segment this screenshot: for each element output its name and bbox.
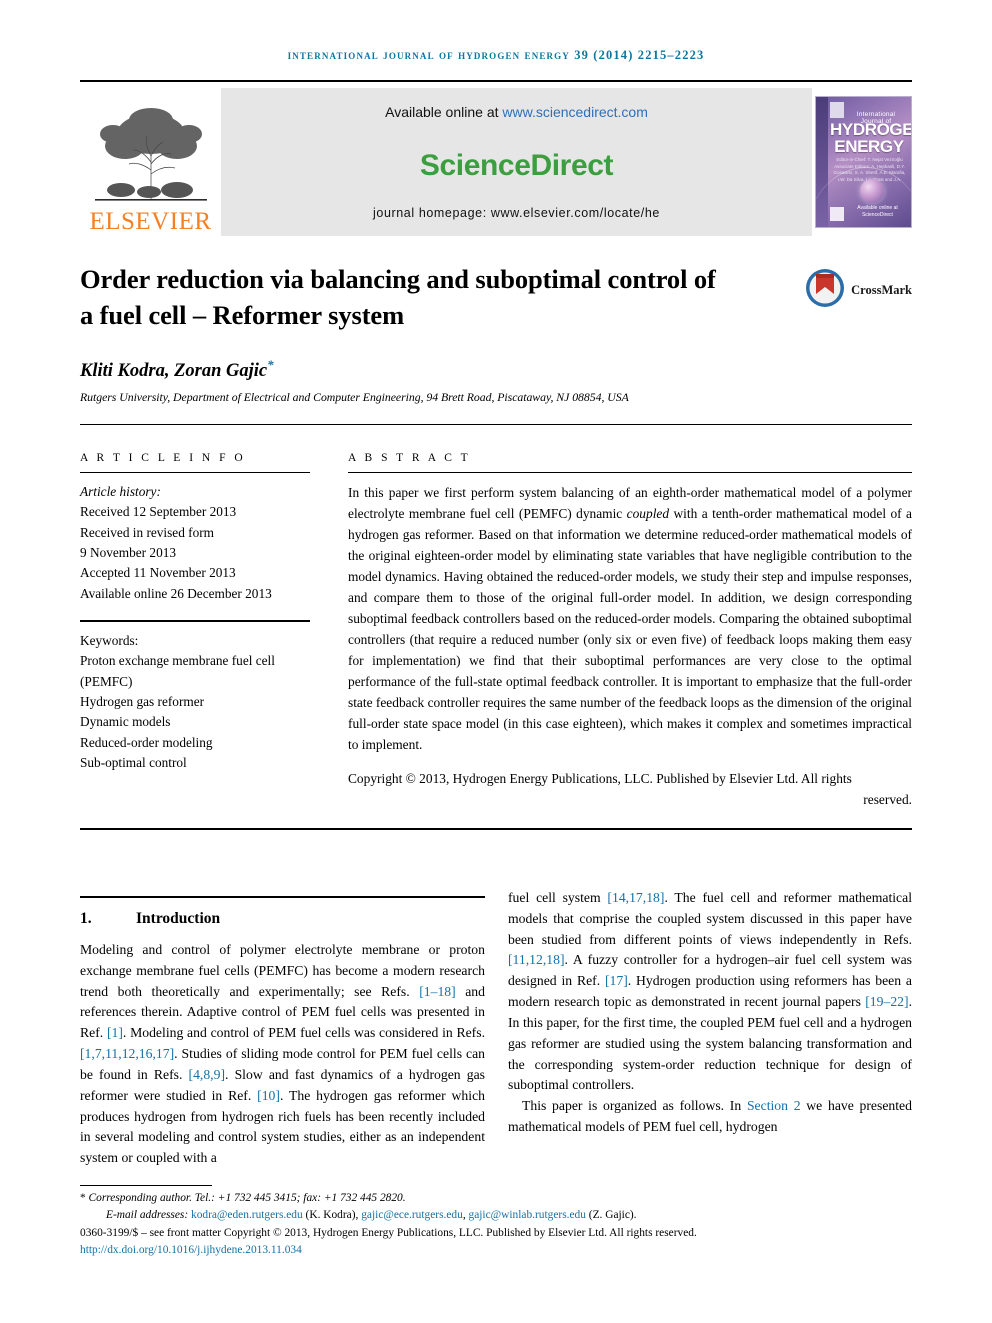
email-link-gajic-ece[interactable]: gajic@ece.rutgers.edu <box>361 1209 463 1221</box>
keyword-item: Dynamic models <box>80 714 171 730</box>
article-history-label: Article history: <box>80 484 161 499</box>
sciencedirect-wordmark: ScienceDirect <box>419 149 614 182</box>
email-addresses-line: E-mail addresses: kodra@eden.rutgers.edu… <box>80 1207 912 1224</box>
cover-sciencedirect-footer: Available online at ScienceDirect <box>857 205 898 218</box>
intro-r-text-a: fuel cell system <box>508 890 608 905</box>
title-block: Order reduction via balancing and subopt… <box>80 262 912 333</box>
abstract-text: In this paper we first perform system ba… <box>348 483 912 756</box>
abstract-copyright: Copyright © 2013, Hydrogen Energy Public… <box>348 769 912 811</box>
citation-ref-11-12-18[interactable]: [11,12,18] <box>508 952 565 967</box>
email-link-gajic-winlab[interactable]: gajic@winlab.rutgers.edu <box>469 1209 586 1221</box>
abstract-column: A B S T R A C T In this paper we first p… <box>348 452 912 824</box>
copyright-reserved: reserved. <box>863 791 912 807</box>
cover-ihe-badge-icon <box>830 207 844 221</box>
section-rule <box>80 896 485 898</box>
corresponding-author-marker: * <box>267 357 274 372</box>
history-item: 9 November 2013 <box>80 545 177 561</box>
citation-ref-10[interactable]: [10] <box>257 1088 280 1103</box>
running-head: International Journal of Hydrogen Energy… <box>287 48 705 62</box>
journal-cover-image: International Journal of HYDROGEN ENERGY… <box>815 96 912 228</box>
section-title: Introduction <box>136 910 221 927</box>
email1-owner: (K. Kodra), <box>302 1209 362 1222</box>
intro-paragraph-right-2: This paper is organized as follows. In S… <box>508 1096 912 1138</box>
email-link-kodra[interactable]: kodra@eden.rutgers.edu <box>191 1209 303 1221</box>
intro-paragraph-right-1: fuel cell system [14,17,18]. The fuel ce… <box>508 888 912 1096</box>
citation-ref-1-18[interactable]: [1–18] <box>419 984 456 999</box>
affiliation-rule <box>80 424 912 425</box>
link-section-2[interactable]: Section 2 <box>747 1098 801 1113</box>
organization-text-a: This paper is organized as follows. In <box>522 1098 747 1114</box>
crossmark-label: CrossMark <box>851 283 912 297</box>
footnote-rule <box>80 1185 212 1186</box>
copyright-text: Copyright © 2013, Hydrogen Energy Public… <box>348 770 852 786</box>
journal-homepage-line[interactable]: journal homepage: www.elsevier.com/locat… <box>373 206 660 220</box>
crossmark-icon <box>805 268 845 313</box>
keywords-label: Keywords: <box>80 633 139 649</box>
citation-ref-multi[interactable]: [1,7,11,12,16,17] <box>80 1046 174 1061</box>
abstract-bottom-rule <box>80 828 912 830</box>
body-column-right: fuel cell system [14,17,18]. The fuel ce… <box>508 888 912 1138</box>
available-online-line: Available online at www.sciencedirect.co… <box>385 104 648 120</box>
doi-line: http://dx.doi.org/10.1016/j.ijhydene.201… <box>80 1242 912 1259</box>
citation-ref-4-8-9[interactable]: [4,8,9] <box>189 1067 226 1082</box>
available-online-text: Available online at <box>385 104 503 120</box>
intro-text-c: . Modeling and control of PEM fuel cells… <box>122 1025 485 1041</box>
citation-ref-14-17-18[interactable]: [14,17,18] <box>607 890 664 905</box>
section-heading-introduction: 1. Introduction <box>80 910 485 928</box>
elsevier-tree-icon <box>91 104 211 208</box>
corresponding-author-text: Corresponding author. Tel.: +1 732 445 3… <box>85 1192 406 1204</box>
sciencedirect-url[interactable]: www.sciencedirect.com <box>502 104 648 120</box>
sciencedirect-banner: Available online at www.sciencedirect.co… <box>221 88 812 236</box>
history-item: Received 12 September 2013 <box>80 504 237 520</box>
issn-copyright-line: 0360-3199/$ – see front matter Copyright… <box>80 1226 697 1239</box>
email-label: E-mail addresses: <box>106 1209 191 1222</box>
article-info-rule <box>80 472 310 473</box>
article-info-heading: A R T I C L E I N F O <box>80 452 246 464</box>
abstract-heading: A B S T R A C T <box>348 452 471 464</box>
header-rule <box>80 80 912 82</box>
cover-title-line2: ENERGY <box>834 137 904 156</box>
keyword-item: Proton exchange membrane fuel cell <box>80 653 275 669</box>
citation-ref-19-22[interactable]: [19–22] <box>865 994 908 1009</box>
crossmark-badge[interactable]: CrossMark <box>805 268 912 313</box>
article-info-column: A R T I C L E I N F O Article history: R… <box>80 452 310 773</box>
affiliation: Rutgers University, Department of Electr… <box>80 390 629 404</box>
history-item: Accepted 11 November 2013 <box>80 565 236 581</box>
history-item: Available online 26 December 2013 <box>80 585 272 601</box>
keyword-item: Sub-optimal control <box>80 755 187 771</box>
abstract-rule <box>348 472 912 473</box>
elsevier-logo: ELSEVIER <box>80 88 221 236</box>
intro-paragraph-left: Modeling and control of polymer electrol… <box>80 940 485 1169</box>
keywords-rule <box>80 620 310 623</box>
history-item: Received in revised form <box>80 524 215 540</box>
corresponding-author-note: * Corresponding author. Tel.: +1 732 445… <box>80 1190 912 1207</box>
journal-masthead: ELSEVIER Available online at www.science… <box>80 88 912 236</box>
abstract-part2: with a tenth-order mathematical model of… <box>348 505 912 752</box>
author-list: Kliti Kodra, Zoran Gajic* <box>80 357 274 382</box>
page-title: Order reduction via balancing and subopt… <box>80 264 716 330</box>
article-history: Article history: Received 12 September 2… <box>80 482 310 604</box>
body-column-left: 1. Introduction Modeling and control of … <box>80 902 485 1169</box>
email3-owner: (Z. Gajic). <box>585 1209 637 1222</box>
keyword-item: (PEMFC) <box>80 673 133 689</box>
cover-publisher-mark-icon <box>830 102 844 118</box>
paper-page: International Journal of Hydrogen Energy… <box>0 0 992 1323</box>
citation-ref-1[interactable]: [1] <box>107 1025 123 1040</box>
cover-orb-graphic <box>860 179 884 203</box>
keywords-block: Keywords: Proton exchange membrane fuel … <box>80 631 310 773</box>
journal-cover-container: International Journal of HYDROGEN ENERGY… <box>812 88 912 236</box>
elsevier-wordmark: ELSEVIER <box>89 208 212 235</box>
footnote-block: * Corresponding author. Tel.: +1 732 445… <box>80 1190 912 1259</box>
doi-link[interactable]: http://dx.doi.org/10.1016/j.ijhydene.201… <box>80 1244 302 1256</box>
section-number: 1. <box>80 910 92 927</box>
author-names: Kliti Kodra, Zoran Gajic <box>80 361 268 382</box>
keyword-item: Reduced-order modeling <box>80 734 213 750</box>
keyword-item: Hydrogen gas reformer <box>80 694 205 710</box>
abstract-emphasis: coupled <box>626 505 670 521</box>
citation-ref-17[interactable]: [17] <box>605 973 628 988</box>
